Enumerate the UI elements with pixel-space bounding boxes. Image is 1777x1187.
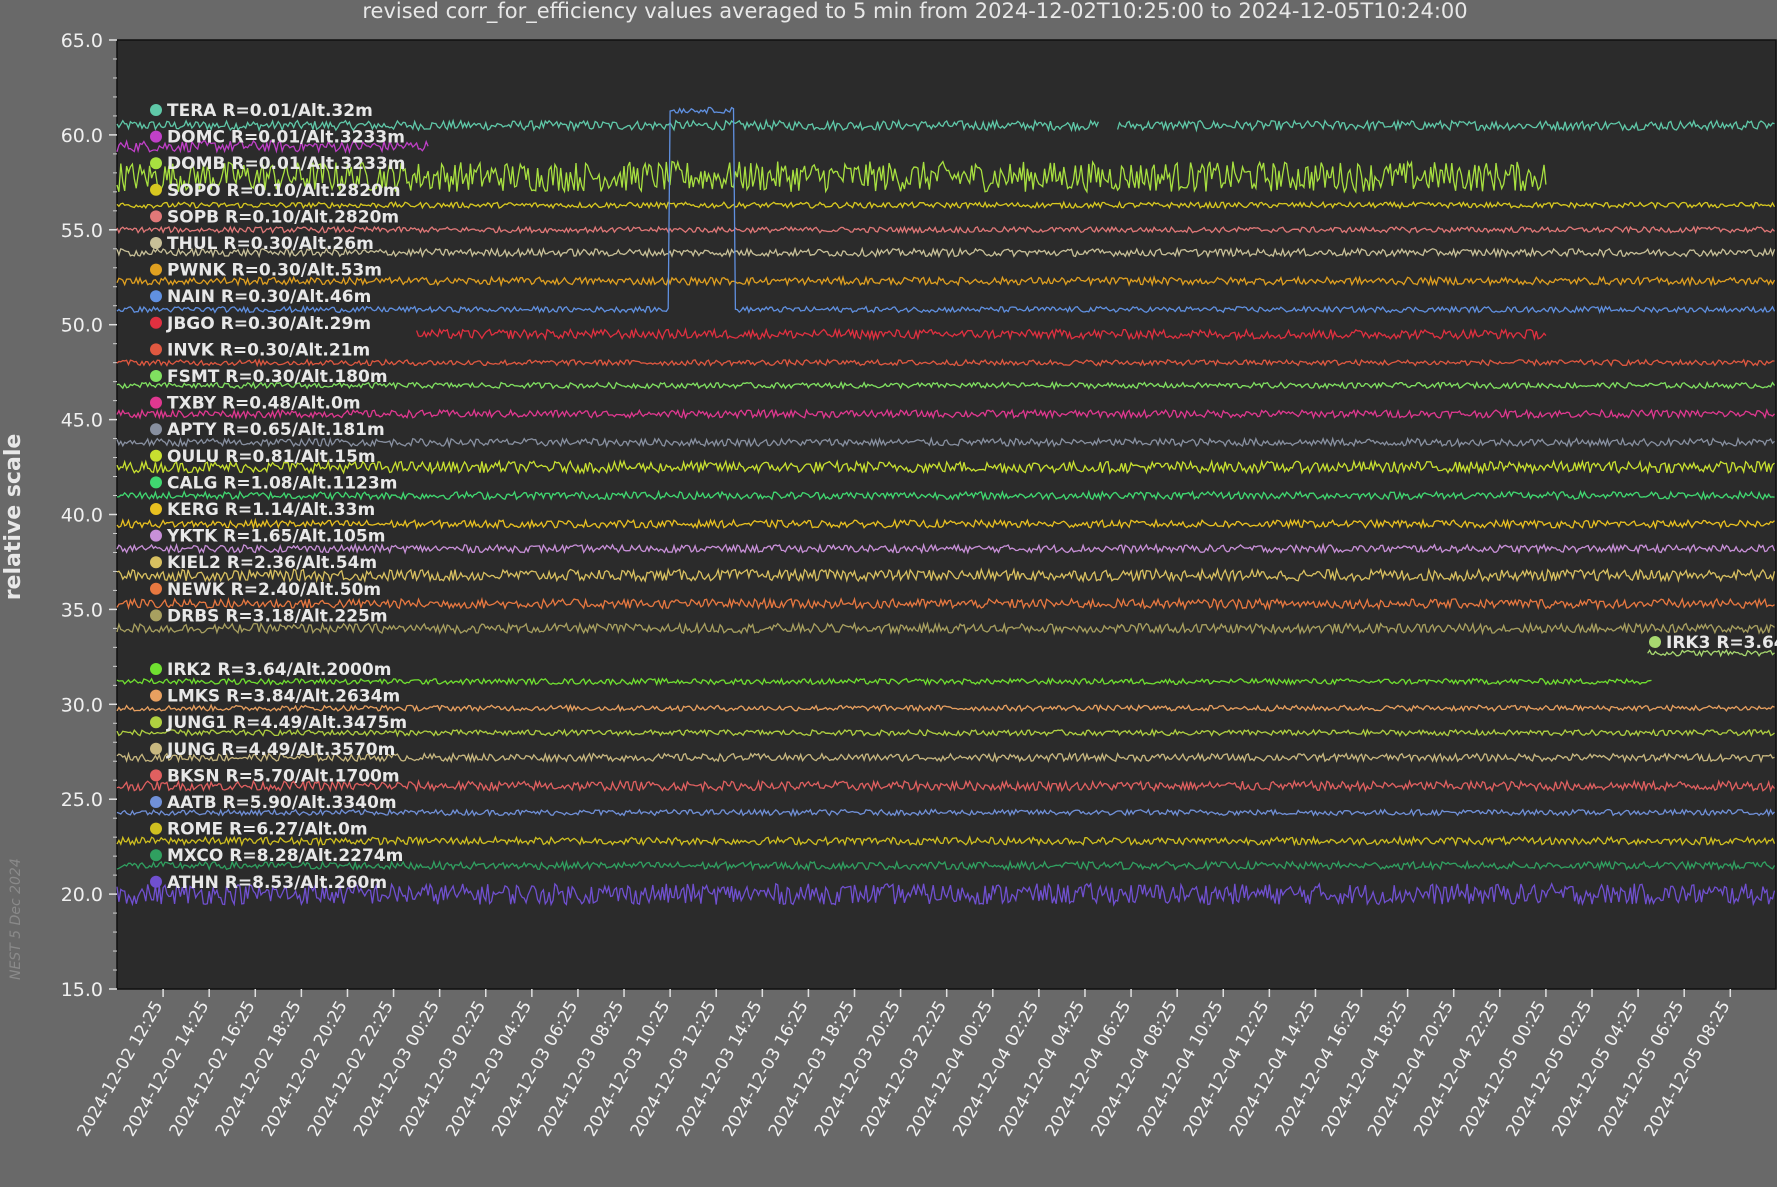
legend-marker	[1649, 636, 1661, 648]
legend-label: ROME R=6.27/Alt.0m	[167, 820, 368, 840]
y-tick-label: 65.0	[61, 30, 103, 52]
legend-marker	[150, 875, 162, 888]
legend-marker	[150, 503, 162, 515]
legend-label: NEWK R=2.40/Alt.50m	[167, 580, 381, 600]
legend-label: DRBS R=3.18/Alt.225m	[167, 606, 388, 626]
legend-label: KERG R=1.14/Alt.33m	[167, 500, 375, 520]
legend-label: TERA R=0.01/Alt.32m	[167, 101, 373, 121]
legend-label: THUL R=0.30/Alt.26m	[167, 234, 374, 254]
y-tick-label: 60.0	[61, 125, 103, 147]
legend-marker	[150, 263, 162, 276]
legend-label: LMKS R=3.84/Alt.2634m	[167, 687, 400, 707]
legend-label: AATB R=5.90/Alt.3340m	[167, 793, 397, 813]
legend-marker	[150, 210, 162, 223]
legend-marker	[150, 822, 162, 835]
y-tick-label: 20.0	[61, 884, 103, 906]
legend-label: TXBY R=0.48/Alt.0m	[167, 394, 361, 414]
legend-label: JBGO R=0.30/Alt.29m	[166, 314, 371, 334]
legend-marker	[150, 343, 162, 356]
legend-marker	[150, 529, 162, 542]
legend-label: BKSN R=5.70/Alt.1700m	[167, 766, 400, 786]
legend-label: DOMC R=0.01/Alt.3233m	[167, 128, 405, 148]
legend-label: APTY R=0.65/Alt.181m	[167, 420, 385, 440]
chart-title: revised corr_for_efficiency values avera…	[362, 0, 1467, 24]
legend-label: JUNG1 R=4.49/Alt.3475m	[166, 713, 407, 733]
legend-marker	[150, 476, 162, 489]
y-tick-label: 50.0	[61, 315, 103, 337]
y-tick-label: 15.0	[61, 979, 103, 1001]
legend-marker	[150, 769, 162, 782]
legend-marker	[150, 423, 162, 436]
legend-marker	[150, 157, 162, 170]
legend-marker	[150, 290, 162, 303]
legend-marker	[150, 316, 162, 329]
legend-label: KIEL2 R=2.36/Alt.54m	[167, 553, 377, 573]
legend-marker	[150, 370, 162, 382]
y-tick-label: 55.0	[61, 220, 103, 242]
legend-label: NAIN R=0.30/Alt.46m	[167, 287, 371, 307]
legend-marker	[150, 130, 162, 143]
legend-marker	[150, 663, 162, 675]
legend-label: IRK3 R=3.64/Alt.3000m	[1666, 633, 1777, 653]
legend-marker	[150, 716, 162, 729]
legend-label: OULU R=0.81/Alt.15m	[167, 447, 376, 467]
legend-marker	[150, 237, 162, 249]
legend-label: ATHN R=8.53/Alt.260m	[167, 873, 387, 893]
legend-label: DOMB R=0.01/Alt.3233m	[167, 154, 405, 174]
legend-label: MXCO R=8.28/Alt.2274m	[167, 846, 403, 866]
legend-marker	[150, 556, 162, 569]
legend-label: PWNK R=0.30/Alt.53m	[167, 261, 382, 281]
y-axis-label: relative scale	[1, 434, 26, 601]
y-tick-label: 45.0	[61, 410, 103, 432]
chart: revised corr_for_efficiency values avera…	[0, 0, 1777, 1187]
watermark: NEST 5 Dec 2024	[8, 858, 24, 980]
legend-label: FSMT R=0.30/Alt.180m	[167, 367, 388, 387]
legend-marker	[150, 449, 162, 462]
legend-marker	[150, 796, 162, 808]
y-tick-label: 40.0	[61, 505, 103, 527]
legend-marker	[150, 582, 162, 595]
legend-marker	[150, 183, 162, 196]
legend-marker	[150, 689, 162, 702]
legend-label: SOPO R=0.10/Alt.2820m	[167, 181, 401, 201]
legend-marker	[150, 609, 162, 622]
legend-label: JUNG R=4.49/Alt.3570m	[166, 740, 395, 760]
legend-label: IRK2 R=3.64/Alt.2000m	[167, 660, 391, 680]
legend-label: SOPB R=0.10/Alt.2820m	[167, 207, 399, 227]
legend-label: YKTK R=1.65/Alt.105m	[166, 527, 385, 547]
legend-label: CALG R=1.08/Alt.1123m	[167, 473, 397, 493]
legend-marker	[150, 849, 162, 862]
y-tick-label: 25.0	[61, 789, 103, 811]
legend-marker	[150, 396, 162, 409]
legend-label: INVK R=0.30/Alt.21m	[167, 340, 370, 360]
legend-marker	[150, 104, 162, 116]
y-tick-label: 30.0	[61, 694, 103, 716]
y-tick-label: 35.0	[61, 599, 103, 621]
legend-marker	[150, 742, 162, 755]
